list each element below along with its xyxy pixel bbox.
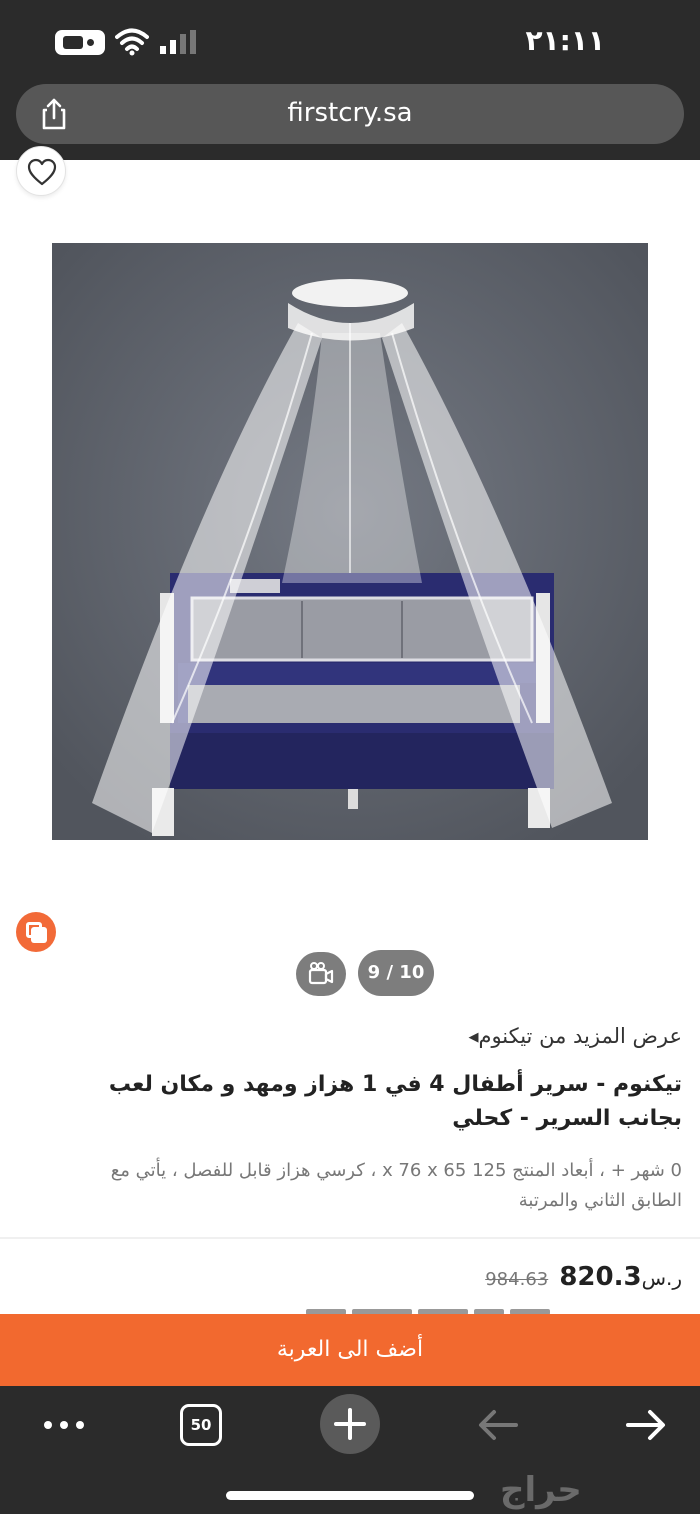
caret-left-icon: ◀ — [468, 1030, 479, 1045]
browser-address-area: firstcry.sa — [0, 80, 700, 160]
signal-icon — [160, 30, 196, 54]
product-description: 0 شهر + ، أبعاد المنتج 125 x 76 x 65 ، ك… — [110, 1160, 682, 1211]
current-price: 820.3 — [559, 1262, 642, 1292]
status-time: ٢١:١١ — [525, 24, 605, 57]
add-to-cart-button[interactable]: أضف الى العربة — [0, 1314, 700, 1386]
currency-label: ر.س — [641, 1266, 682, 1290]
address-bar[interactable]: firstcry.sa — [16, 84, 684, 144]
battery-icon — [55, 30, 105, 55]
product-title: تيكنوم - سرير أطفال 4 في 1 هزاز ومهد و م… — [108, 1072, 682, 1131]
price-row: ر.س820.3 984.63 — [485, 1262, 682, 1292]
tabs-button[interactable]: 50 — [180, 1404, 222, 1446]
old-price: 984.63 — [485, 1269, 549, 1290]
new-tab-button[interactable] — [320, 1394, 380, 1454]
url-text: firstcry.sa — [287, 98, 413, 128]
browser-toolbar: 50 حراج — [0, 1386, 700, 1514]
video-camera-icon — [308, 962, 334, 985]
video-button[interactable] — [296, 952, 346, 996]
brand-link-label: عرض المزيد من تيكنوم — [478, 1024, 682, 1048]
divider — [0, 1237, 700, 1239]
plus-icon — [334, 1408, 366, 1440]
image-counter: 9 / 10 — [358, 950, 434, 996]
home-indicator — [226, 1491, 474, 1500]
more-icon[interactable] — [42, 1400, 86, 1450]
crib-illustration — [52, 243, 648, 840]
brand-link[interactable]: عرض المزيد من تيكنوم◀ — [460, 1024, 682, 1048]
back-arrow-icon[interactable] — [476, 1400, 520, 1450]
haraj-watermark: حراج — [500, 1470, 582, 1510]
heart-icon — [27, 158, 57, 186]
page: ٢١:١١ firstcry.sa 9 / 10 عرض المزيد من ت… — [0, 0, 700, 1514]
forward-arrow-icon[interactable] — [624, 1400, 668, 1450]
status-bar: ٢١:١١ — [0, 0, 700, 80]
wishlist-button[interactable] — [16, 146, 66, 196]
wifi-icon — [115, 28, 149, 56]
product-image[interactable] — [52, 243, 648, 840]
gallery-copy-icon[interactable] — [16, 912, 56, 952]
